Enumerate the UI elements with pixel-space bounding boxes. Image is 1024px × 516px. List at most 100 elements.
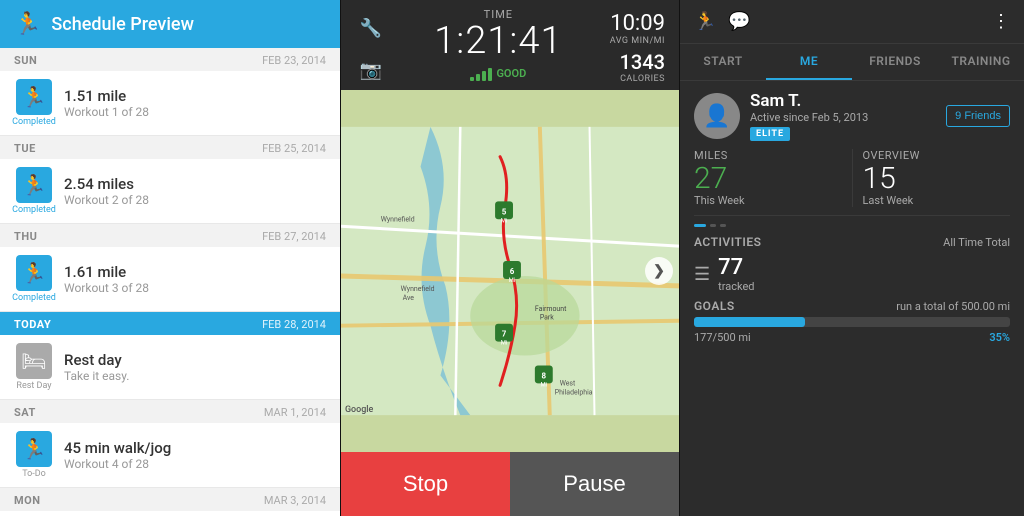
tracker-buttons: Stop Pause xyxy=(341,452,679,516)
goals-label: GOALS xyxy=(694,299,735,313)
dot-1[interactable] xyxy=(694,224,706,227)
section-header: THU FEB 27, 2014 xyxy=(0,224,340,247)
schedule-section: MONMAR 3, 2014 🏃 To-Do 1.5 mi run/walk W… xyxy=(0,488,340,516)
section-day: MON xyxy=(14,494,40,507)
tracker-panel: 🔧 📷 TIME 1:21:41 GOOD 10:09 AVG MIN/MI 1… xyxy=(340,0,680,516)
more-menu-icon[interactable]: ⋮ xyxy=(992,11,1010,32)
workout-sub: Workout 3 of 28 xyxy=(64,281,326,295)
svg-text:Fairmount: Fairmount xyxy=(535,305,567,313)
activities-label: ACTIVITIES xyxy=(694,235,761,249)
workout-icon: 🏃 xyxy=(16,167,52,203)
goals-header: GOALS run a total of 500.00 mi xyxy=(694,299,1010,313)
friends-button[interactable]: 9 Friends xyxy=(946,105,1010,127)
map-chevron[interactable]: ❯ xyxy=(645,257,673,285)
user-badges: ELITE xyxy=(750,127,936,141)
workout-badge: Completed xyxy=(12,293,56,303)
section-day: THU xyxy=(14,230,37,243)
section-header: SATMAR 1, 2014 xyxy=(0,400,340,423)
goal-bar xyxy=(694,317,1010,327)
pagination-dots xyxy=(694,224,1010,227)
section-date: FEB 28, 2014 xyxy=(262,318,326,331)
camera-icon[interactable]: 📷 xyxy=(355,54,387,86)
workout-item[interactable]: 🛏 Rest Day Rest day Take it easy. xyxy=(0,335,340,400)
svg-text:Mi: Mi xyxy=(501,217,508,224)
workout-info: 2.54 miles Workout 2 of 28 xyxy=(64,175,326,207)
user-row: 👤 Sam T. Active since Feb 5, 2013 ELITE … xyxy=(694,91,1010,141)
workout-info: 1.61 mile Workout 3 of 28 xyxy=(64,263,326,295)
goals-desc: run a total of 500.00 mi xyxy=(896,300,1010,313)
workout-item[interactable]: 🏃 Completed 1.51 mile Workout 1 of 28 xyxy=(0,71,340,136)
pause-button[interactable]: Pause xyxy=(510,452,679,516)
signal-bar-4 xyxy=(488,68,492,81)
elite-badge: ELITE xyxy=(750,127,790,141)
signal-bars xyxy=(470,67,492,81)
workout-title: 1.51 mile xyxy=(64,87,326,105)
tab-friends[interactable]: FRIENDS xyxy=(852,44,938,80)
workout-item[interactable]: 🏃 To-Do 45 min walk/jog Workout 4 of 28 xyxy=(0,423,340,488)
svg-text:Wynnefield: Wynnefield xyxy=(381,215,415,223)
workout-item[interactable]: 🏃 Completed 2.54 miles Workout 2 of 28 xyxy=(0,159,340,224)
miles-sub: This Week xyxy=(694,194,842,207)
tab-training[interactable]: TRAINING xyxy=(938,44,1024,80)
section-day: TUE xyxy=(14,142,36,155)
stop-button[interactable]: Stop xyxy=(341,452,510,516)
section-header: SUNFEB 23, 2014 xyxy=(0,48,340,71)
workout-title: 1.61 mile xyxy=(64,263,326,281)
pace-value: 10:09 xyxy=(610,12,665,36)
workout-icon-wrap: 🏃 Completed xyxy=(14,255,54,303)
svg-text:Ave: Ave xyxy=(403,294,415,302)
workout-info: 1.51 mile Workout 1 of 28 xyxy=(64,87,326,119)
section-day: TODAY xyxy=(14,318,51,331)
miles-value: 27 xyxy=(694,164,842,194)
workout-sub: Take it easy. xyxy=(64,369,326,383)
run-nav-icon[interactable]: 🏃 xyxy=(694,11,716,32)
activity-sub: tracked xyxy=(718,280,754,293)
svg-text:Philadelphia: Philadelphia xyxy=(555,388,593,396)
workout-icon-wrap: 🛏 Rest Day xyxy=(14,343,54,391)
dot-2[interactable] xyxy=(710,224,716,227)
section-date: FEB 27, 2014 xyxy=(262,230,326,243)
calories-label: CALORIES xyxy=(610,74,665,84)
section-header: MONMAR 3, 2014 xyxy=(0,488,340,511)
calories-value: 1343 xyxy=(610,50,665,74)
user-since: Active since Feb 5, 2013 xyxy=(750,111,936,124)
workout-badge: Rest Day xyxy=(16,381,51,391)
tab-start[interactable]: START xyxy=(680,44,766,80)
svg-text:Mi: Mi xyxy=(501,340,508,347)
section-date: FEB 23, 2014 xyxy=(262,54,326,67)
settings-icon[interactable]: 🔧 xyxy=(355,12,387,44)
workout-icon: 🏃 xyxy=(16,431,52,467)
stats-divider xyxy=(852,149,853,207)
workout-icon-wrap: 🏃 Completed xyxy=(14,79,54,127)
activities-header: ACTIVITIES All Time Total xyxy=(694,235,1010,249)
workout-title: Rest day xyxy=(64,351,326,369)
tab-me[interactable]: ME xyxy=(766,44,852,80)
workout-icon: 🛏 xyxy=(16,343,52,379)
profile-header: 🏃 💬 ⋮ xyxy=(680,0,1024,44)
profile-panel: 🏃 💬 ⋮ STARTMEFRIENDSTRAINING 👤 Sam T. Ac… xyxy=(680,0,1024,516)
schedule-section: SUNFEB 23, 2014 🏃 Completed 1.51 mile Wo… xyxy=(0,48,340,136)
schedule-header: 🏃 Schedule Preview xyxy=(0,0,340,48)
dot-3[interactable] xyxy=(720,224,726,227)
chat-icon[interactable]: 💬 xyxy=(728,11,750,32)
pace-label: AVG MIN/MI xyxy=(610,36,665,46)
list-icon: ☰ xyxy=(694,264,710,285)
workout-sub: Workout 2 of 28 xyxy=(64,193,326,207)
schedule-section: TODAY FEB 28, 2014 🛏 Rest Day Rest day Ta… xyxy=(0,312,340,400)
last-week-value: 15 xyxy=(863,164,1011,194)
goal-progress: 177/500 mi xyxy=(694,331,751,344)
workout-icon-wrap: 🏃 To-Do xyxy=(14,431,54,479)
workout-item[interactable]: 🏃 Completed 1.61 mile Workout 3 of 28 xyxy=(0,247,340,312)
workout-icon-wrap: 🏃 Completed xyxy=(14,167,54,215)
schedule-title: Schedule Preview xyxy=(51,14,194,35)
workout-title: 2.54 miles xyxy=(64,175,326,193)
workout-item[interactable]: 🏃 To-Do 1.5 mi run/walk Workout 5 of 28 xyxy=(0,511,340,516)
user-name: Sam T. xyxy=(750,91,936,111)
tracker-time-block: TIME 1:21:41 GOOD xyxy=(387,8,610,81)
svg-text:West: West xyxy=(560,379,576,387)
workout-badge: To-Do xyxy=(22,469,46,479)
workout-badge: Completed xyxy=(12,205,56,215)
tracker-map[interactable]: 5 Mi 6 Mi 7 Mi 8 Mi Wynnefield Fairmount… xyxy=(341,90,679,452)
workout-sub: Workout 4 of 28 xyxy=(64,457,326,471)
avatar: 👤 xyxy=(694,93,740,139)
